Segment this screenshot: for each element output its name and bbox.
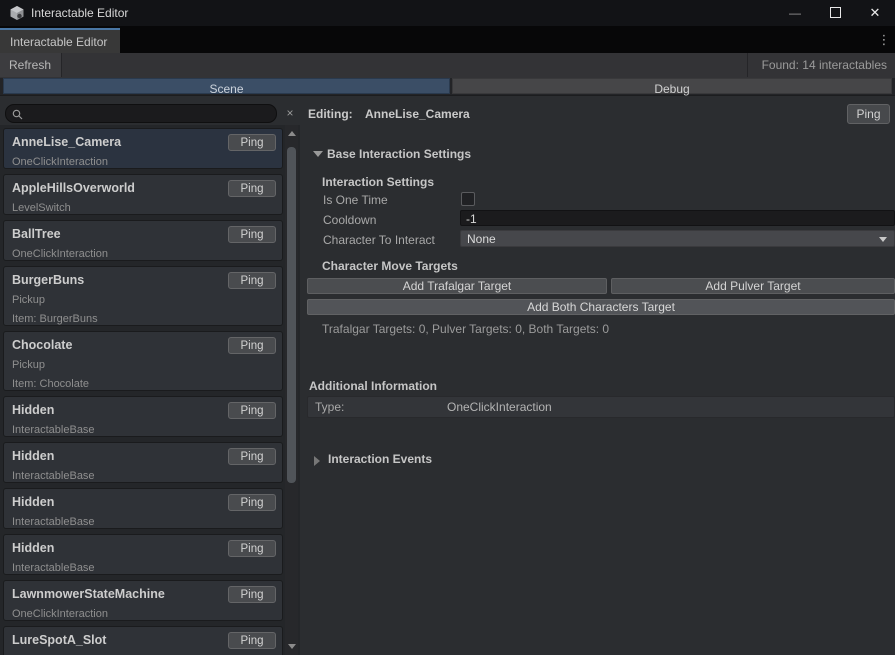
found-count-label: Found: 14 interactables <box>747 53 895 77</box>
list-item[interactable]: BallTreeOneClickInteractionPing <box>3 220 283 261</box>
interactable-list: AnneLise_CameraOneClickInteractionPingAp… <box>3 125 283 655</box>
type-value: OneClickInteraction <box>447 400 552 414</box>
item-type: LevelSwitch <box>12 202 274 214</box>
list-item[interactable]: HiddenInteractableBasePing <box>3 396 283 437</box>
item-type: OneClickInteraction <box>12 608 274 620</box>
targets-summary: Trafalgar Targets: 0, Pulver Targets: 0,… <box>322 322 609 336</box>
item-type: Pickup <box>12 359 274 371</box>
toolbar: Refresh Found: 14 interactables <box>0 53 895 78</box>
type-label: Type: <box>315 400 344 414</box>
cooldown-label: Cooldown <box>323 213 376 227</box>
tab-scene[interactable]: Scene <box>3 78 450 94</box>
chevron-down-icon <box>879 237 887 242</box>
main-content: × AnneLise_Camera OneClickInteraction Ping… <box>0 96 895 655</box>
interaction-settings-header: Interaction Settings <box>322 175 434 189</box>
item-ping-button[interactable]: Ping <box>228 134 276 151</box>
item-ping-button[interactable]: Ping <box>228 632 276 649</box>
window-titlebar: Interactable Editor — ✕ <box>0 0 895 26</box>
item-type: Pickup <box>12 294 274 306</box>
item-payload: Item: BurgerBuns <box>12 313 274 325</box>
list-item[interactable]: LureSpotA_SlotPing <box>3 626 283 655</box>
search-clear-button[interactable]: × <box>282 104 298 123</box>
item-ping-button[interactable]: Ping <box>228 272 276 289</box>
item-payload: Item: Chocolate <box>12 378 274 390</box>
move-targets-header: Character Move Targets <box>322 259 458 273</box>
item-ping-button[interactable]: Ping <box>228 586 276 603</box>
view-tabs: Scene Debug <box>0 78 895 96</box>
close-button[interactable]: ✕ <box>855 0 895 26</box>
unity-cube-icon <box>9 5 25 21</box>
is-one-time-label: Is One Time <box>323 193 388 207</box>
cooldown-field[interactable]: -1 <box>460 210 895 226</box>
type-row: Type: OneClickInteraction <box>307 396 895 418</box>
scrollbar-thumb[interactable] <box>287 147 296 483</box>
list-item[interactable]: HiddenInteractableBasePing <box>3 534 283 575</box>
search-input[interactable] <box>26 106 268 121</box>
search-icon <box>12 109 23 120</box>
editing-target-name: AnneLise_Camera <box>365 107 470 121</box>
minimize-button[interactable]: — <box>775 0 815 26</box>
list-item[interactable]: HiddenInteractableBasePing <box>3 442 283 483</box>
list-item[interactable]: BurgerBunsPickupItem: BurgerBunsPing <box>3 266 283 326</box>
character-dropdown-value: None <box>467 232 496 246</box>
editor-panel: Editing: AnneLise_Camera Ping Base Inter… <box>300 96 895 655</box>
foldout-open-icon[interactable] <box>313 151 323 157</box>
foldout-closed-icon[interactable] <box>314 456 320 466</box>
item-ping-button[interactable]: Ping <box>228 180 276 197</box>
editor-tab-strip: Interactable Editor ⋮ <box>0 26 895 53</box>
is-one-time-checkbox[interactable] <box>461 192 475 206</box>
list-item[interactable]: AnneLise_CameraOneClickInteractionPing <box>3 128 283 169</box>
refresh-button[interactable]: Refresh <box>0 53 62 77</box>
scroll-down-icon[interactable] <box>288 644 296 649</box>
list-item[interactable]: AppleHillsOverworldLevelSwitchPing <box>3 174 283 215</box>
item-type: InteractableBase <box>12 562 274 574</box>
item-type: OneClickInteraction <box>12 156 274 168</box>
item-ping-button[interactable]: Ping <box>228 402 276 419</box>
editing-label: Editing: <box>308 107 353 121</box>
add-both-characters-target-button[interactable]: Add Both Characters Target <box>307 299 895 315</box>
interaction-events-foldout[interactable]: Interaction Events <box>328 452 432 466</box>
editing-ping-button[interactable]: Ping <box>847 104 890 124</box>
interactable-list-panel: × AnneLise_CameraOneClickInteractionPing… <box>0 96 300 655</box>
maximize-button[interactable] <box>815 0 855 26</box>
interactable-editor-window: Interactable Editor — ✕ Interactable Edi… <box>0 0 895 655</box>
item-ping-button[interactable]: Ping <box>228 540 276 557</box>
item-type: InteractableBase <box>12 424 274 436</box>
item-ping-button[interactable]: Ping <box>228 448 276 465</box>
add-trafalgar-target-button[interactable]: Add Trafalgar Target <box>307 278 607 294</box>
additional-information-header: Additional Information <box>309 379 437 393</box>
window-title: Interactable Editor <box>31 6 128 20</box>
item-ping-button[interactable]: Ping <box>228 226 276 243</box>
list-scrollbar[interactable] <box>285 125 298 655</box>
list-item[interactable]: LawnmowerStateMachineOneClickInteraction… <box>3 580 283 621</box>
tab-interactable-editor[interactable]: Interactable Editor <box>0 28 120 53</box>
character-dropdown[interactable]: None <box>460 230 895 247</box>
base-settings-foldout[interactable]: Base Interaction Settings <box>327 147 471 161</box>
item-ping-button[interactable]: Ping <box>228 494 276 511</box>
item-ping-button[interactable]: Ping <box>228 337 276 354</box>
maximize-icon <box>830 7 841 18</box>
scroll-up-icon[interactable] <box>288 131 296 136</box>
add-pulver-target-button[interactable]: Add Pulver Target <box>611 278 895 294</box>
list-item[interactable]: ChocolatePickupItem: ChocolatePing <box>3 331 283 391</box>
search-box <box>5 104 277 123</box>
tab-debug[interactable]: Debug <box>452 78 892 94</box>
character-to-interact-label: Character To Interact <box>323 233 435 247</box>
list-item[interactable]: HiddenInteractableBasePing <box>3 488 283 529</box>
tab-label: Interactable Editor <box>10 35 107 49</box>
item-type: OneClickInteraction <box>12 248 274 260</box>
item-type: InteractableBase <box>12 470 274 482</box>
more-menu-icon[interactable]: ⋮ <box>877 33 891 47</box>
search-row: × <box>0 96 300 125</box>
item-type: InteractableBase <box>12 516 274 528</box>
